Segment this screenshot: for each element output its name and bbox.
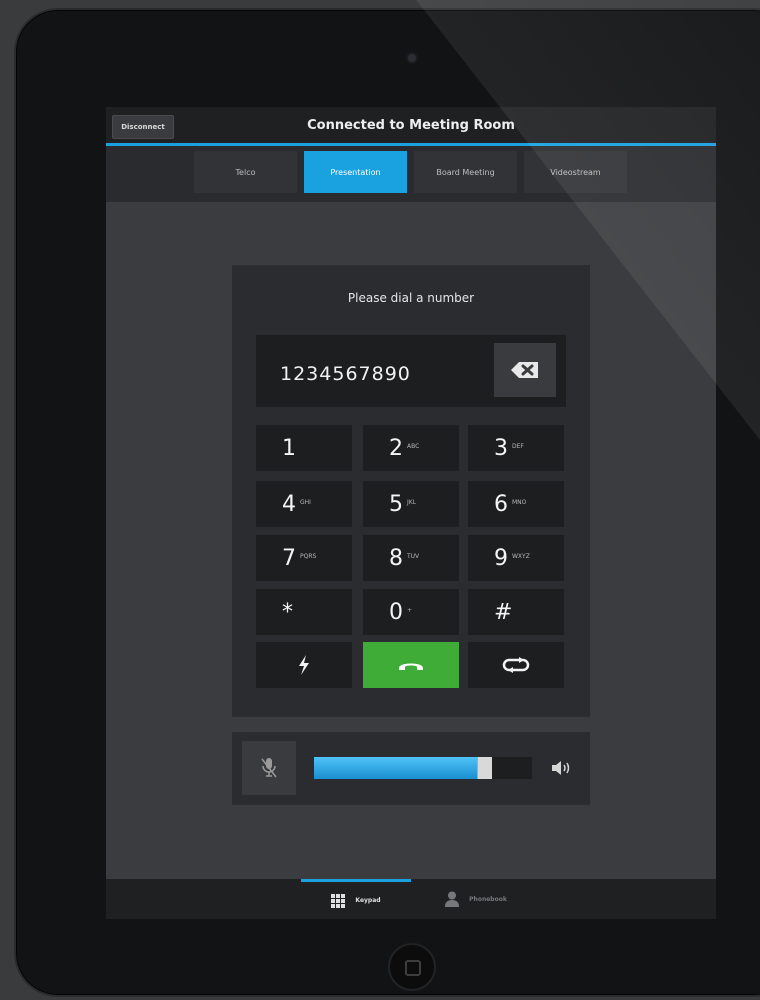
speaker-button[interactable] xyxy=(550,758,572,778)
bottom-tab-bar: Keypad Phonebook xyxy=(106,879,716,919)
backspace-button[interactable] xyxy=(494,343,556,397)
key-2[interactable]: 2 ABC xyxy=(363,425,459,471)
key-9[interactable]: 9 WXYZ xyxy=(468,535,564,581)
dial-prompt: Please dial a number xyxy=(347,291,475,305)
key-6[interactable]: 6 MNO xyxy=(468,481,564,527)
disconnect-button[interactable]: Disconnect xyxy=(112,115,174,139)
flash-icon xyxy=(299,655,309,675)
key-letters: TUV xyxy=(407,552,420,560)
key-1[interactable]: 1 xyxy=(256,425,352,471)
keypad-icon xyxy=(331,893,346,908)
key-letters: JKL xyxy=(407,498,417,506)
tab-keypad[interactable]: Keypad xyxy=(301,879,411,919)
volume-slider[interactable] xyxy=(314,757,532,779)
key-letters: WXYZ xyxy=(512,552,530,560)
key-digit: 5 xyxy=(389,491,403,517)
tablet-frame: Disconnect Connected to Meeting Room Tel… xyxy=(14,8,760,997)
key-digit: 4 xyxy=(282,491,296,517)
call-button[interactable] xyxy=(363,642,459,688)
camera-lens xyxy=(408,54,416,62)
key-digit: 1 xyxy=(282,435,296,461)
flash-button[interactable] xyxy=(256,642,352,688)
key-3[interactable]: 3 DEF xyxy=(468,425,564,471)
redial-button[interactable] xyxy=(468,642,564,688)
backspace-icon xyxy=(511,362,538,378)
mic-muted-icon xyxy=(261,758,277,778)
home-button[interactable] xyxy=(388,943,436,991)
key-digit: 3 xyxy=(494,435,508,461)
key-digit: 0 xyxy=(389,599,403,625)
page-title: Connected to Meeting Room xyxy=(307,117,515,133)
key-letters: MNO xyxy=(512,498,527,506)
keypad: 1 2 ABC 3 DEF 4 GHI 5 JKL 6 MNO 7 PQRS 8… xyxy=(256,425,566,688)
key-letters: PQRS xyxy=(300,552,317,560)
key-4[interactable]: 4 GHI xyxy=(256,481,352,527)
key-star[interactable]: * xyxy=(256,589,352,635)
key-0[interactable]: 0 + xyxy=(363,589,459,635)
key-digit: 7 xyxy=(282,545,296,571)
key-digit: # xyxy=(494,599,513,625)
tab-telco[interactable]: Telco xyxy=(194,151,297,193)
call-icon xyxy=(399,663,423,670)
key-8[interactable]: 8 TUV xyxy=(363,535,459,581)
key-digit: * xyxy=(282,599,293,625)
key-7[interactable]: 7 PQRS xyxy=(256,535,352,581)
dialed-number: 1234567890 xyxy=(280,363,411,385)
key-5[interactable]: 5 JKL xyxy=(363,481,459,527)
tab-bar: Telco Presentation Board Meeting Videost… xyxy=(106,146,716,202)
mute-button[interactable] xyxy=(242,741,296,795)
key-digit: 8 xyxy=(389,545,403,571)
key-letters: DEF xyxy=(512,442,524,450)
key-hash[interactable]: # xyxy=(468,589,564,635)
key-letters: + xyxy=(407,606,413,614)
tab-phonebook-label: Phonebook xyxy=(469,895,507,903)
tab-videostream[interactable]: Videostream xyxy=(524,151,627,193)
key-digit: 6 xyxy=(494,491,508,517)
number-input[interactable]: 1234567890 xyxy=(256,335,566,407)
top-bar: Disconnect Connected to Meeting Room xyxy=(106,107,716,146)
key-letters: ABC xyxy=(407,442,420,450)
volume-fill xyxy=(314,757,484,779)
audio-panel xyxy=(232,732,590,805)
key-digit: 2 xyxy=(389,435,403,461)
tab-presentation[interactable]: Presentation xyxy=(304,151,407,193)
tab-keypad-label: Keypad xyxy=(355,897,381,904)
speaker-icon xyxy=(552,761,570,775)
volume-handle[interactable] xyxy=(477,757,492,779)
home-square-icon xyxy=(405,960,421,976)
tab-phonebook[interactable]: Phonebook xyxy=(421,879,531,919)
app-screen: Disconnect Connected to Meeting Room Tel… xyxy=(106,107,716,919)
tab-board-meeting[interactable]: Board Meeting xyxy=(414,151,517,193)
dial-panel: Please dial a number 1234567890 1 2 ABC … xyxy=(232,265,590,717)
redial-icon xyxy=(502,657,530,673)
key-digit: 9 xyxy=(494,545,508,571)
key-letters: GHI xyxy=(300,498,311,506)
person-icon xyxy=(445,891,460,907)
